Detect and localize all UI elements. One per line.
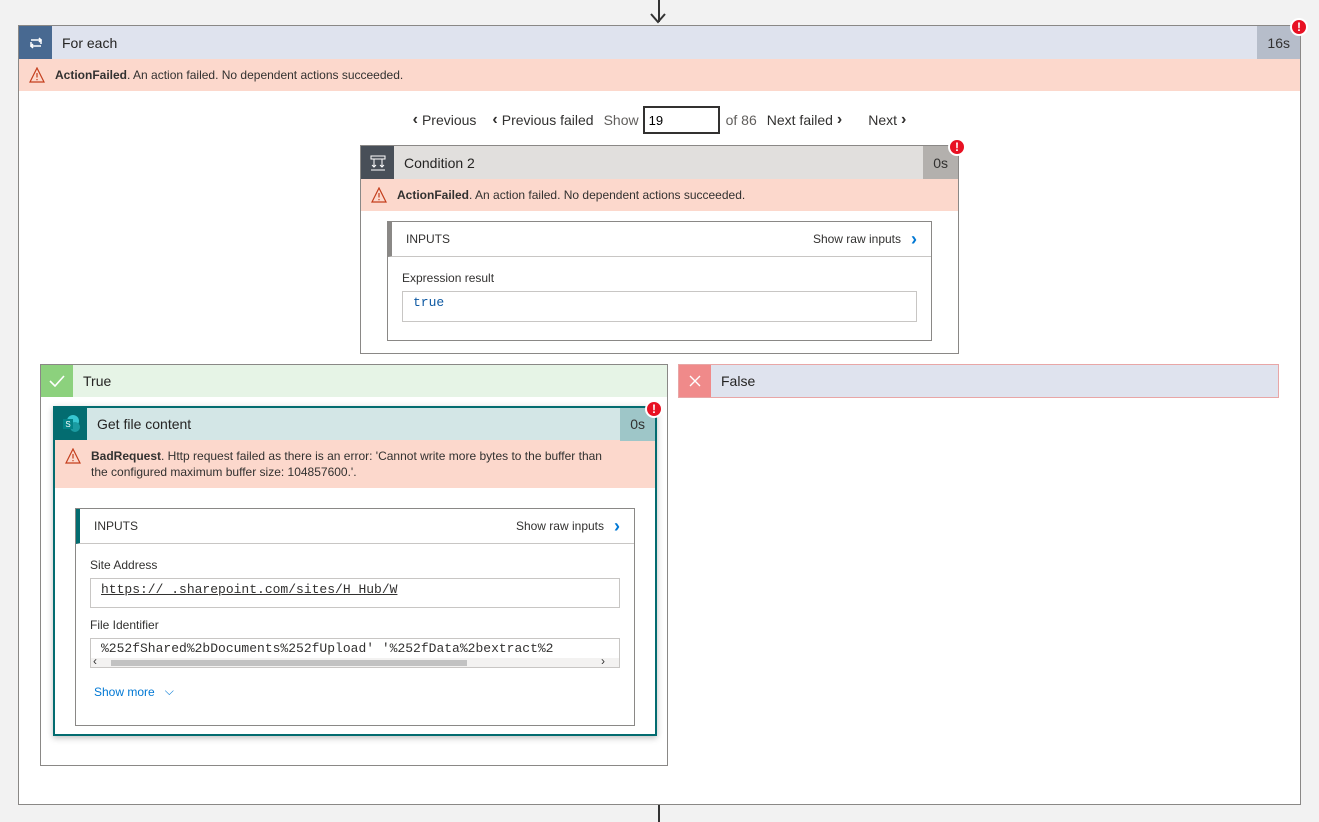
next-button[interactable]: Next › (868, 111, 910, 129)
next-failed-label: Next failed (766, 112, 833, 128)
scrollbar-thumb[interactable] (111, 660, 467, 666)
condition-title: Condition 2 (404, 154, 475, 171)
site-address-label: Site Address (90, 558, 158, 572)
inputs-header: INPUTS Show raw inputs › (388, 222, 931, 257)
foreach-header[interactable]: For each 16s ! (19, 18, 1308, 59)
file-identifier-value: %252fShared%2bDocuments%252fUpload' '%25… (90, 638, 620, 658)
scroll-left-icon[interactable]: ‹ (93, 654, 97, 668)
expression-result-label: Expression result (402, 271, 495, 285)
condition-header[interactable]: Condition 2 0s ! (361, 138, 966, 179)
chevron-right-icon: › (836, 111, 843, 128)
warning-icon (371, 187, 387, 203)
previous-failed-label: Previous failed (501, 112, 594, 128)
chevron-down-icon: ⌵ (164, 684, 174, 698)
show-more-label: Show more (94, 684, 155, 699)
chevron-right-icon: › (911, 228, 917, 249)
scroll-right-icon[interactable]: › (601, 654, 605, 668)
get-file-content-inputs-panel: INPUTS Show raw inputs › Site Address htt… (75, 508, 635, 726)
connector-line-bottom (658, 805, 660, 822)
condition-inputs-panel: INPUTS Show raw inputs › Expression resul… (387, 221, 932, 341)
next-failed-button[interactable]: Next failed › (767, 111, 846, 129)
horizontal-scrollbar[interactable]: ‹ › (90, 654, 620, 668)
iteration-pager: ‹Previous ‹Previous failed Show of 86 Ne… (19, 106, 1300, 134)
error-message: . An action failed. No dependent actions… (127, 68, 404, 82)
error-code: ActionFailed (55, 68, 128, 82)
loop-icon (19, 26, 52, 59)
expression-result-value: true (402, 291, 917, 322)
false-branch-label: False (721, 373, 756, 389)
foreach-title: For each (62, 34, 118, 51)
file-identifier-label: File Identifier (90, 618, 159, 632)
inputs-header: INPUTS Show raw inputs › (76, 509, 634, 544)
of-total-label: of 86 (725, 112, 757, 128)
error-code: ActionFailed (397, 188, 470, 202)
previous-button[interactable]: ‹ Previous (409, 111, 477, 129)
condition-card: Condition 2 0s ! ActionFailed. An action… (360, 138, 966, 354)
show-label: Show (603, 112, 639, 128)
show-raw-inputs-link[interactable]: Show raw inputs › (813, 229, 917, 250)
iteration-input[interactable] (642, 106, 720, 134)
false-branch-header[interactable]: False (679, 365, 1278, 397)
false-branch: False (678, 364, 1279, 398)
close-icon (679, 365, 711, 397)
warning-icon (65, 448, 81, 464)
get-file-content-header[interactable]: S Get file content 0s ! (55, 400, 663, 441)
site-address-value: https:// .sharepoint.com/sites/H Hub/W (90, 578, 620, 608)
get-file-content-title: Get file content (97, 416, 192, 432)
previous-failed-button[interactable]: ‹ Previous failed (488, 111, 593, 129)
true-branch-label: True (83, 373, 112, 389)
show-more-link[interactable]: Show more ⌵ (94, 684, 634, 699)
chevron-right-icon: › (901, 111, 907, 128)
sharepoint-icon: S (55, 408, 87, 440)
error-badge-icon: ! (645, 400, 663, 418)
error-message: . An action failed. No dependent actions… (469, 188, 746, 202)
true-branch-header[interactable]: True (41, 365, 667, 397)
previous-label: Previous (421, 112, 477, 128)
chevron-left-icon: ‹ (412, 111, 418, 128)
chevron-right-icon: › (614, 515, 620, 536)
show-raw-label: Show raw inputs (515, 519, 604, 533)
get-file-content-card: S Get file content 0s ! BadRequest. Http… (53, 400, 663, 736)
get-file-content-error-banner: BadRequest. Http request failed as there… (55, 440, 655, 488)
error-message: . Http request failed as there is an err… (91, 449, 602, 479)
svg-text:S: S (65, 420, 70, 429)
warning-icon (29, 67, 45, 83)
condition-error-banner: ActionFailed. An action failed. No depen… (361, 179, 958, 211)
error-code: BadRequest (91, 449, 162, 463)
true-branch: True S Get file content 0s ! BadRequest.… (40, 364, 668, 766)
show-raw-inputs-link[interactable]: Show raw inputs › (516, 516, 620, 537)
error-badge-icon: ! (948, 138, 966, 156)
error-badge-icon: ! (1290, 18, 1308, 36)
foreach-error-banner: ActionFailed. An action failed. No depen… (19, 59, 1300, 91)
chevron-left-icon: ‹ (492, 111, 498, 128)
inputs-label: INPUTS (406, 232, 451, 246)
next-label: Next (868, 112, 898, 128)
show-raw-label: Show raw inputs (812, 232, 901, 246)
arrow-down-icon (650, 13, 666, 24)
condition-icon (361, 146, 394, 179)
foreach-card: For each 16s ! ActionFailed. An action f… (18, 18, 1308, 805)
inputs-label: INPUTS (94, 519, 139, 533)
checkmark-icon (41, 365, 73, 397)
